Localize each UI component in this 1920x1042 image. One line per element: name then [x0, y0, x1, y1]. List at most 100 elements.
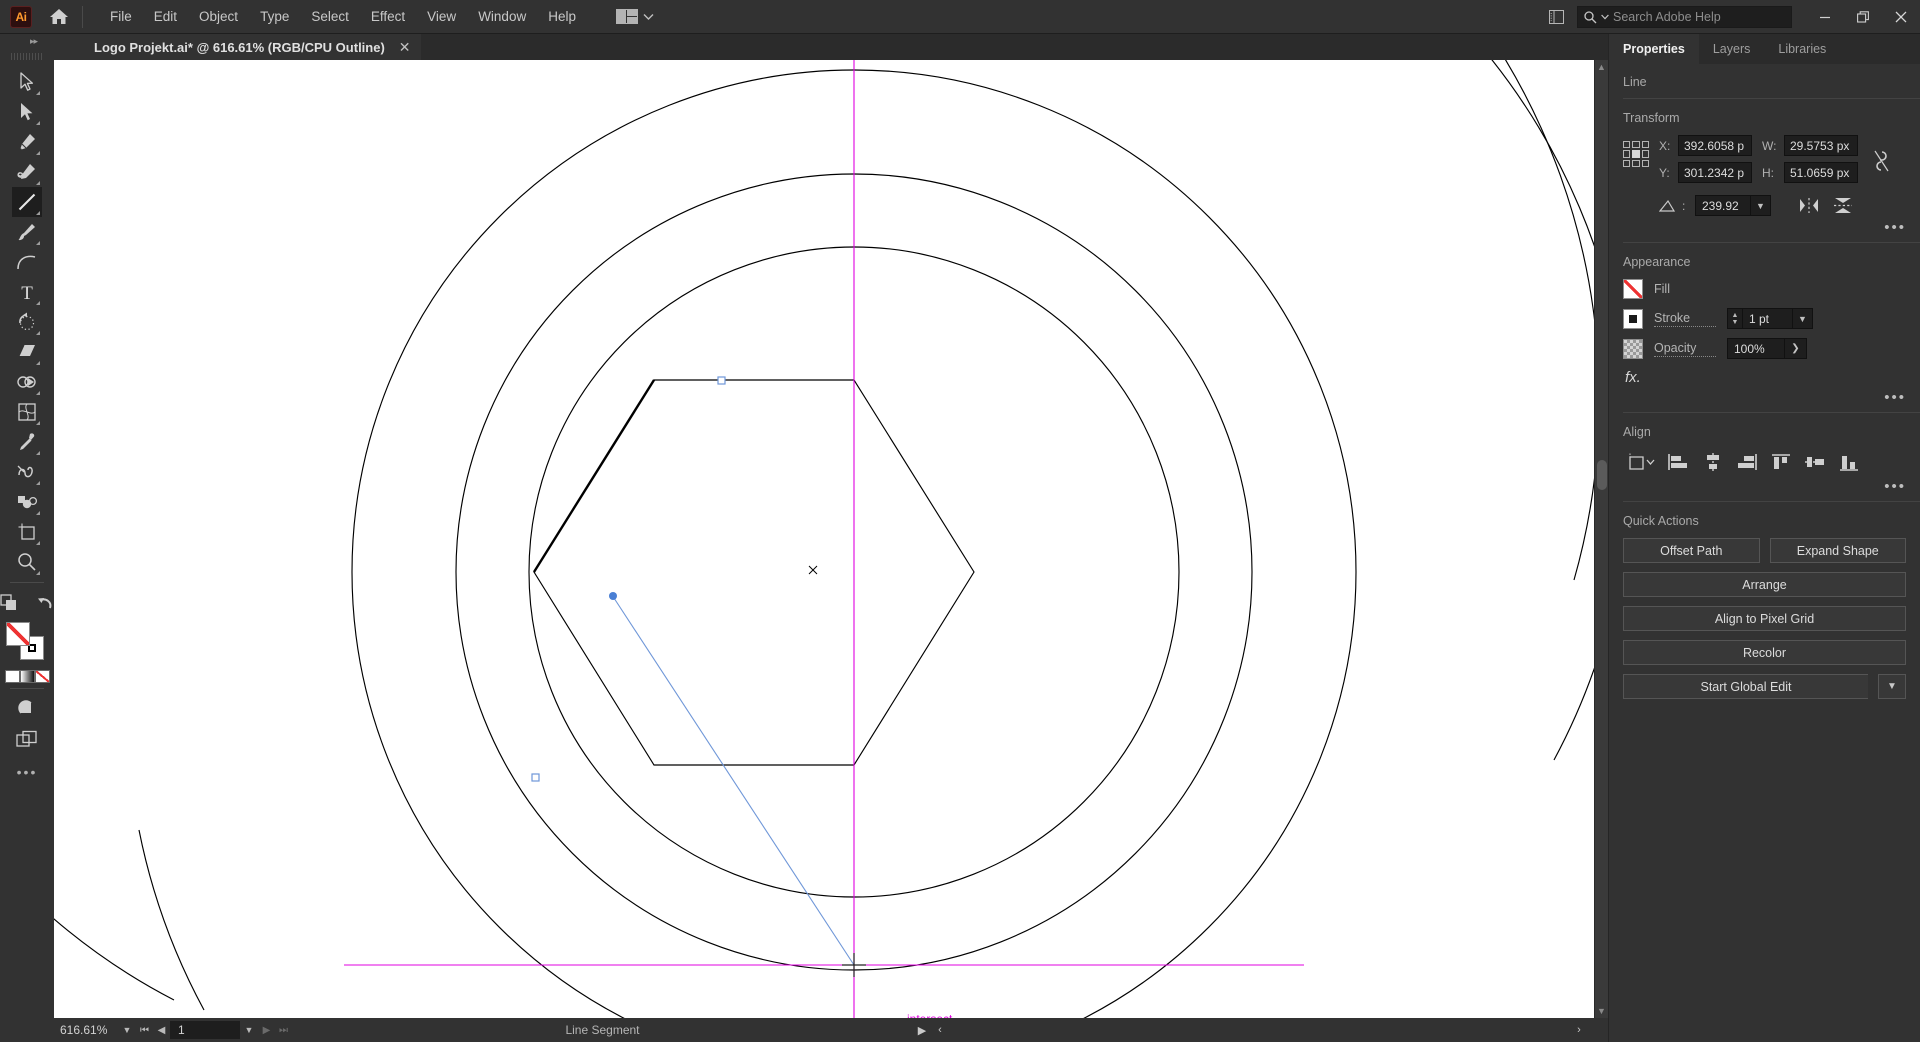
status-play-icon[interactable]: ▶: [913, 1024, 931, 1037]
global-edit-chevron-down-icon[interactable]: ▼: [1878, 674, 1906, 699]
type-tool[interactable]: T: [12, 277, 42, 307]
tab-layers[interactable]: Layers: [1699, 34, 1765, 64]
menu-view[interactable]: View: [416, 4, 467, 29]
eyedropper-tool[interactable]: [12, 427, 42, 457]
close-icon[interactable]: ✕: [399, 40, 411, 54]
rotate-tool[interactable]: [12, 307, 42, 337]
stroke-label[interactable]: Stroke: [1654, 311, 1716, 327]
recolor-button[interactable]: Recolor: [1623, 640, 1906, 665]
horizontal-align-left-icon[interactable]: [1665, 449, 1693, 475]
artboard-number-input[interactable]: 1: [170, 1021, 240, 1039]
transform-more-ellipsis-icon[interactable]: •••: [1884, 220, 1906, 235]
toolbar-drag-handle[interactable]: [0, 49, 54, 63]
artboard-dropdown-icon[interactable]: ▼: [240, 1021, 258, 1039]
symbol-sprayer-tool[interactable]: [12, 487, 42, 517]
restore-button[interactable]: [1844, 0, 1882, 34]
flip-horizontal-icon[interactable]: [1799, 197, 1819, 214]
tab-properties[interactable]: Properties: [1609, 34, 1699, 64]
canvas-vertical-scrollbar[interactable]: ▲ ▼: [1594, 60, 1608, 1018]
shaper-tool[interactable]: [12, 247, 42, 277]
zoom-dropdown-icon[interactable]: ▼: [118, 1021, 136, 1039]
more-tools-ellipsis-icon[interactable]: •••: [17, 764, 38, 780]
horizontal-align-right-icon[interactable]: [1733, 449, 1761, 475]
collapse-panel-icon[interactable]: ▸▸: [0, 34, 54, 49]
vertical-align-bottom-icon[interactable]: [1835, 449, 1863, 475]
x-input[interactable]: 392.6058 p: [1678, 135, 1752, 156]
direct-selection-tool[interactable]: [12, 97, 42, 127]
stroke-black-swatch-icon[interactable]: [1623, 308, 1643, 329]
prev-artboard-icon[interactable]: ◀: [153, 1020, 170, 1040]
fill-stroke-swatches[interactable]: [6, 622, 48, 664]
color-swatch[interactable]: [4, 670, 20, 683]
fill-swatch[interactable]: [6, 622, 30, 646]
checkerboard-swatch-icon[interactable]: [1623, 338, 1643, 359]
paintbrush-tool[interactable]: [12, 217, 42, 247]
search-adobe-help[interactable]: Search Adobe Help: [1577, 6, 1792, 28]
opacity-input[interactable]: 100%: [1727, 338, 1785, 359]
horizontal-align-center-icon[interactable]: [1699, 449, 1727, 475]
offset-path-button[interactable]: Offset Path: [1623, 538, 1760, 563]
zoom-level-input[interactable]: 616.61%: [54, 1021, 118, 1039]
menu-effect[interactable]: Effect: [360, 4, 416, 29]
draw-normal-icon[interactable]: [12, 694, 42, 724]
unlink-proportions-icon[interactable]: [1868, 141, 1894, 181]
tab-libraries[interactable]: Libraries: [1764, 34, 1840, 64]
workspace-switcher[interactable]: [609, 5, 661, 28]
expand-shape-button[interactable]: Expand Shape: [1769, 538, 1906, 563]
selection-tool[interactable]: [12, 67, 42, 97]
eraser-tool[interactable]: [12, 337, 42, 367]
menu-help[interactable]: Help: [537, 4, 587, 29]
close-button[interactable]: [1882, 0, 1920, 34]
screen-mode-icon[interactable]: [12, 724, 42, 754]
next-artboard-icon[interactable]: ▶: [258, 1020, 275, 1040]
menu-select[interactable]: Select: [300, 4, 360, 29]
appearance-more-ellipsis-icon[interactable]: •••: [1884, 390, 1906, 405]
stroke-weight-input[interactable]: 1 pt: [1743, 308, 1793, 329]
status-right-caret[interactable]: ›: [1570, 1024, 1588, 1036]
panel-toggle-icon[interactable]: [1543, 6, 1569, 28]
curvature-tool[interactable]: [12, 157, 42, 187]
pen-tool[interactable]: [12, 127, 42, 157]
stroke-weight-stepper[interactable]: ▲ ▼: [1727, 308, 1743, 329]
align-more-ellipsis-icon[interactable]: •••: [1884, 479, 1906, 494]
arrange-squares-icon[interactable]: [0, 588, 24, 618]
fill-none-swatch-icon[interactable]: [1623, 279, 1643, 299]
artboard-canvas[interactable]: intersect D: 59.17 px 299°: [54, 60, 1594, 1018]
menu-file[interactable]: File: [99, 4, 143, 29]
align-to-pixel-grid-button[interactable]: Align to Pixel Grid: [1623, 606, 1906, 631]
flip-vertical-icon[interactable]: [1833, 197, 1853, 214]
opacity-label[interactable]: Opacity: [1654, 341, 1716, 357]
vertical-scroll-thumb[interactable]: [1597, 460, 1607, 490]
home-icon[interactable]: [44, 4, 74, 30]
gradient-tool[interactable]: [12, 397, 42, 427]
angle-dropdown-icon[interactable]: ▼: [1751, 195, 1771, 216]
artboard-tool[interactable]: [12, 517, 42, 547]
h-input[interactable]: 51.0659 px: [1784, 162, 1858, 183]
last-artboard-icon[interactable]: ⏭: [275, 1020, 292, 1040]
opacity-options-chevron-right-icon[interactable]: ❯: [1785, 338, 1807, 359]
vertical-align-center-icon[interactable]: [1801, 449, 1829, 475]
y-input[interactable]: 301.2342 p: [1678, 162, 1752, 183]
stroke-weight-dropdown-icon[interactable]: ▼: [1793, 308, 1813, 329]
none-swatch[interactable]: [34, 670, 50, 683]
first-artboard-icon[interactable]: ⏮: [136, 1020, 153, 1040]
menu-window[interactable]: Window: [467, 4, 537, 29]
start-global-edit-button[interactable]: Start Global Edit: [1623, 674, 1868, 699]
scroll-down-arrow-icon[interactable]: ▼: [1595, 1004, 1608, 1018]
fx-button[interactable]: fx.: [1625, 369, 1906, 386]
w-input[interactable]: 29.5753 px: [1784, 135, 1858, 156]
zoom-tool[interactable]: [12, 547, 42, 577]
arrange-button[interactable]: Arrange: [1623, 572, 1906, 597]
vertical-align-top-icon[interactable]: [1767, 449, 1795, 475]
reference-point-grid-icon[interactable]: [1623, 141, 1649, 167]
minimize-button[interactable]: [1806, 0, 1844, 34]
shape-builder-tool[interactable]: [12, 367, 42, 397]
align-to-dropdown-icon[interactable]: [1623, 449, 1659, 475]
document-tab[interactable]: Logo Projekt.ai* @ 616.61% (RGB/CPU Outl…: [54, 34, 421, 60]
gradient-swatch[interactable]: [19, 670, 35, 683]
menu-type[interactable]: Type: [249, 4, 300, 29]
menu-edit[interactable]: Edit: [143, 4, 188, 29]
scroll-up-arrow-icon[interactable]: ▲: [1595, 60, 1608, 74]
blend-tool[interactable]: [12, 457, 42, 487]
menu-object[interactable]: Object: [188, 4, 249, 29]
